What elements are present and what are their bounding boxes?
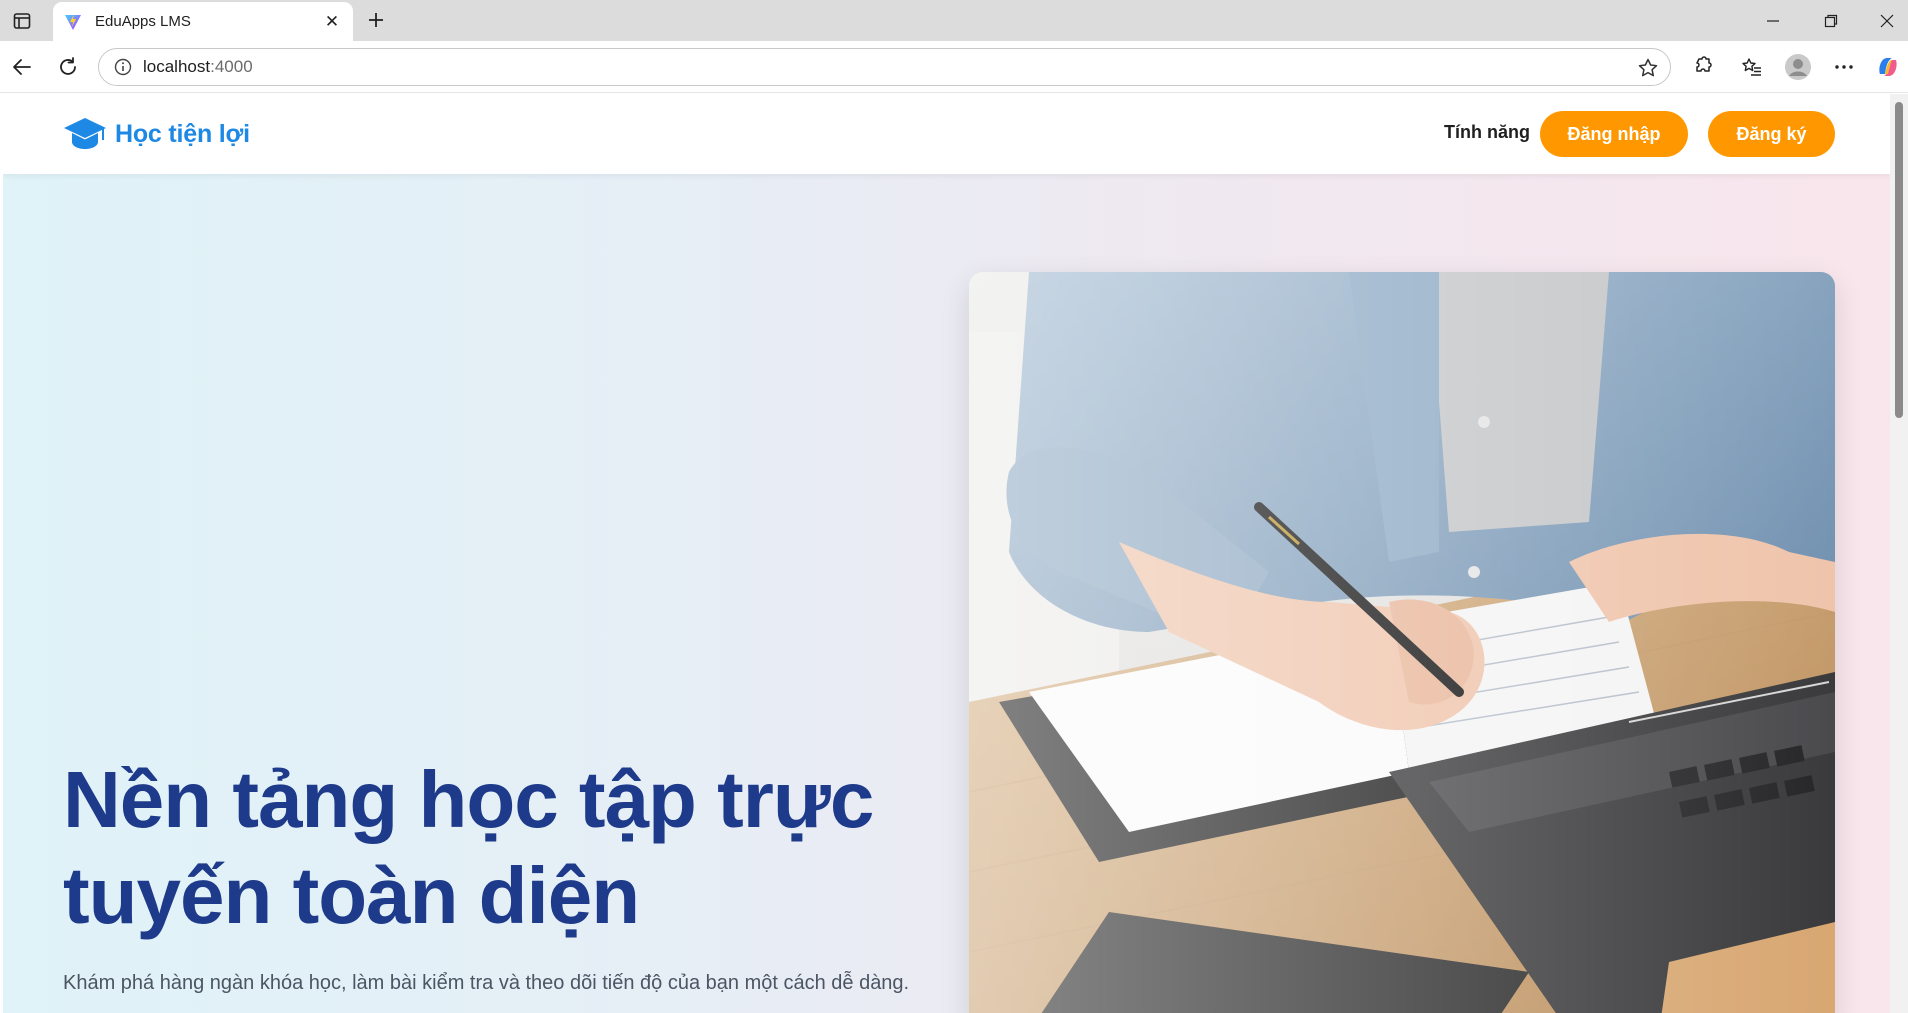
copilot-icon[interactable] [1872, 51, 1904, 83]
address-port: :4000 [210, 57, 253, 76]
graduation-cap-icon [64, 118, 106, 149]
restore-window-icon[interactable] [1808, 6, 1854, 36]
tab-close-icon[interactable]: ✕ [321, 11, 343, 33]
nav-features-link[interactable]: Tính năng [1444, 122, 1530, 143]
browser-toolbar: localhost:4000 [0, 41, 1908, 93]
back-arrow-icon[interactable] [6, 51, 38, 83]
hero-image-student-writing [969, 272, 1835, 1013]
browser-tab-bar: EduApps LMS ✕ [0, 0, 1908, 41]
site-name: Học tiện lợi [115, 119, 250, 148]
site-logo[interactable]: Học tiện lợi [63, 114, 250, 154]
favorite-star-icon[interactable] [1636, 56, 1660, 80]
more-options-icon[interactable] [1828, 51, 1860, 83]
hero-subtitle: Khám phá hàng ngàn khóa học, làm bài kiể… [63, 972, 910, 994]
reload-icon[interactable] [52, 51, 84, 83]
page-scrollbar[interactable] [1890, 94, 1908, 1013]
browser-tab-active[interactable]: EduApps LMS ✕ [53, 2, 353, 41]
vite-favicon-icon [63, 12, 83, 32]
page-viewport: Học tiện lợi Tính năng Đăng nhập Đăng ký… [3, 94, 1890, 1013]
student-writing-illustration [969, 272, 1835, 1013]
site-header: Học tiện lợi Tính năng Đăng nhập Đăng ký [3, 94, 1890, 174]
close-window-icon[interactable] [1866, 6, 1908, 36]
address-bar[interactable]: localhost:4000 [98, 48, 1671, 86]
profile-avatar-icon[interactable] [1782, 51, 1814, 83]
site-info-icon[interactable] [113, 57, 133, 77]
favorites-list-icon[interactable] [1736, 51, 1768, 83]
login-button[interactable]: Đăng nhập [1540, 111, 1688, 157]
tab-actions-icon[interactable] [10, 9, 34, 33]
register-button[interactable]: Đăng ký [1708, 111, 1835, 157]
minimize-window-icon[interactable] [1750, 6, 1796, 36]
new-tab-icon[interactable] [362, 6, 390, 34]
tab-title: EduApps LMS [95, 13, 191, 30]
hero-title: Nền tảng học tập trực tuyến toàn diện [63, 755, 874, 940]
address-host: localhost [143, 57, 211, 76]
scrollbar-thumb[interactable] [1895, 102, 1903, 418]
extensions-icon[interactable] [1686, 51, 1718, 83]
